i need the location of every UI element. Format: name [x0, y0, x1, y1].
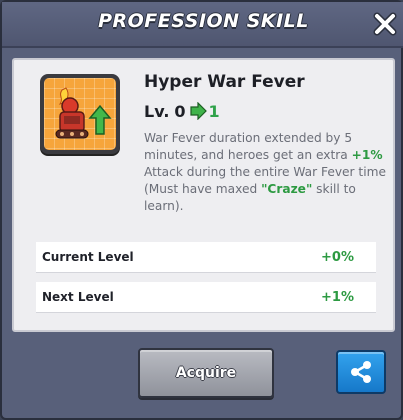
share-icon [351, 361, 371, 383]
share-button[interactable] [336, 350, 386, 394]
title-bar: PROFESSION SKILL [2, 2, 403, 48]
attack-bonus-value: +1% [351, 148, 383, 162]
level-label: Lv. [144, 101, 170, 121]
skill-icon-frame [40, 74, 120, 154]
skill-name: Hyper War Fever [144, 72, 305, 92]
current-level-bonus: +0% [321, 249, 354, 265]
dialog-title: PROFESSION SKILL [98, 10, 309, 32]
close-button[interactable] [371, 10, 399, 38]
current-level-row: Current Level +0% [36, 242, 376, 273]
skill-dialog: PROFESSION SKILL Hyper War Fever Lv. 0 1… [0, 0, 403, 420]
arrow-right-icon [189, 102, 207, 120]
next-level-value: 1 [208, 101, 220, 121]
next-level-label: Next Level [42, 290, 114, 304]
current-level-value: 0 [174, 101, 186, 121]
next-level-row: Next Level +1% [36, 282, 376, 313]
next-level-bonus: +1% [321, 289, 354, 305]
skill-description: War Fever duration extended by 5 minutes… [144, 130, 389, 215]
current-level-label: Current Level [42, 250, 134, 264]
required-skill-name: "Craze" [261, 182, 313, 196]
acquire-button[interactable]: Acquire [138, 348, 274, 398]
skill-details: Hyper War Fever Lv. 0 1 War Fever durati… [12, 58, 395, 332]
acquire-label: Acquire [175, 365, 237, 381]
description-text: War Fever duration extended by 5 minutes… [144, 131, 353, 162]
hyper-war-fever-icon [44, 78, 116, 150]
level-indicator: Lv. 0 1 [144, 100, 220, 122]
close-icon [373, 12, 397, 36]
